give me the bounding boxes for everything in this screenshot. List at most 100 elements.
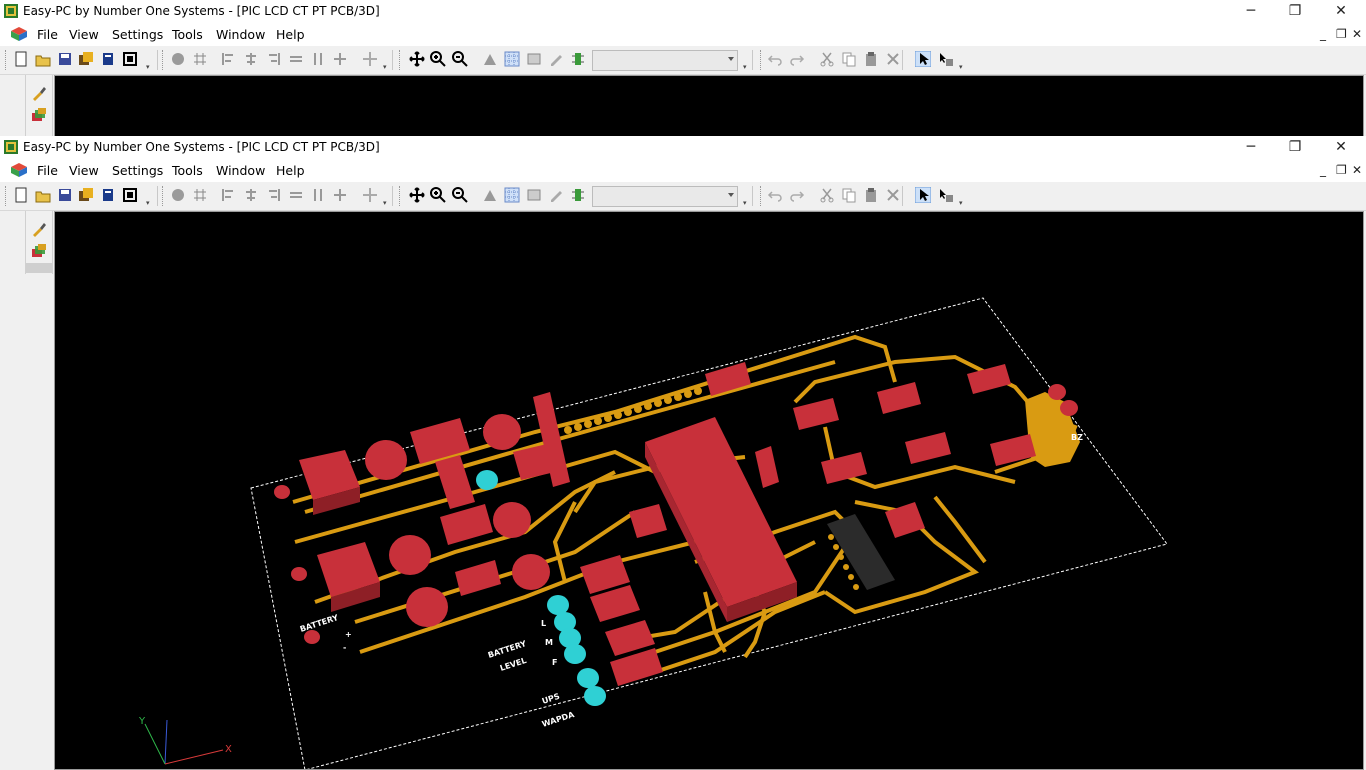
save-icon[interactable] xyxy=(57,51,73,67)
save-all-icon[interactable] xyxy=(78,187,94,203)
menu-tools[interactable]: Tools xyxy=(172,163,203,178)
component-icon[interactable] xyxy=(570,187,586,203)
properties-icon[interactable] xyxy=(526,187,542,203)
move-disabled-icon[interactable] xyxy=(362,51,378,67)
brush-icon[interactable] xyxy=(31,221,47,237)
zoom-out-icon[interactable] xyxy=(452,51,468,67)
save-all-icon[interactable] xyxy=(78,51,94,67)
toolbar-grip[interactable] xyxy=(5,186,9,206)
toolbar-overflow-icon[interactable]: ▾ xyxy=(743,199,750,207)
mdi-close-button[interactable]: ✕ xyxy=(1352,27,1362,41)
select-pointer-icon[interactable] xyxy=(915,51,931,67)
restore-button[interactable]: ❐ xyxy=(1272,0,1318,22)
redo-icon[interactable] xyxy=(789,187,805,203)
toolbar-overflow-icon[interactable]: ▾ xyxy=(959,63,966,71)
layer-select[interactable] xyxy=(592,186,738,207)
book-icon[interactable] xyxy=(100,51,116,67)
menu-view[interactable]: View xyxy=(69,163,99,178)
toolbar-grip[interactable] xyxy=(399,186,403,206)
new-file-icon[interactable] xyxy=(13,187,29,203)
brush-icon[interactable] xyxy=(31,85,47,101)
pan-icon[interactable] xyxy=(409,51,425,67)
canvas-3d-view[interactable]: BATTERY BATTERY LEVEL UPS WAPDA L M F BZ… xyxy=(54,211,1364,770)
select-options-icon[interactable] xyxy=(938,51,954,67)
pan-icon[interactable] xyxy=(409,187,425,203)
mdi-minimize-button[interactable]: _ xyxy=(1320,27,1326,41)
document-cube-icon[interactable] xyxy=(10,162,28,178)
board-outline-icon[interactable] xyxy=(122,187,138,203)
grid-icon[interactable] xyxy=(192,187,208,203)
select-pointer-icon[interactable] xyxy=(915,187,931,203)
toolbar-overflow-icon[interactable]: ▾ xyxy=(383,199,390,207)
toolbar-grip[interactable] xyxy=(5,50,9,70)
mdi-minimize-button[interactable]: _ xyxy=(1320,163,1326,177)
restore-button[interactable]: ❐ xyxy=(1272,136,1318,158)
close-button[interactable]: ✕ xyxy=(1318,0,1364,22)
distribute-v-icon[interactable] xyxy=(310,51,326,67)
menu-settings[interactable]: Settings xyxy=(112,163,163,178)
menu-window[interactable]: Window xyxy=(216,27,265,42)
open-folder-icon[interactable] xyxy=(35,187,51,203)
move-disabled-icon[interactable] xyxy=(362,187,378,203)
delete-icon[interactable] xyxy=(885,187,901,203)
redo-icon[interactable] xyxy=(789,51,805,67)
minimize-button[interactable]: ─ xyxy=(1228,136,1274,158)
toolbar-grip[interactable] xyxy=(162,186,166,206)
new-file-icon[interactable] xyxy=(13,51,29,67)
distribute-v-icon[interactable] xyxy=(310,187,326,203)
menu-window[interactable]: Window xyxy=(216,163,265,178)
delete-icon[interactable] xyxy=(885,51,901,67)
menu-help[interactable]: Help xyxy=(276,27,305,42)
menu-file[interactable]: File xyxy=(37,163,58,178)
distribute-icon[interactable] xyxy=(288,187,304,203)
paste-icon[interactable] xyxy=(863,187,879,203)
close-button[interactable]: ✕ xyxy=(1318,136,1364,158)
mdi-restore-button[interactable]: ❐ xyxy=(1336,163,1347,177)
align-right-icon[interactable] xyxy=(265,51,281,67)
pencil-icon[interactable] xyxy=(548,51,564,67)
grid-icon[interactable] xyxy=(192,51,208,67)
canvas-3d-background[interactable] xyxy=(54,75,1364,138)
align-left-icon[interactable] xyxy=(221,187,237,203)
book-icon[interactable] xyxy=(100,187,116,203)
toolbar-overflow-icon[interactable]: ▾ xyxy=(959,199,966,207)
toolbar-grip[interactable] xyxy=(760,50,764,70)
menu-view[interactable]: View xyxy=(69,27,99,42)
shape-icon[interactable] xyxy=(482,51,498,67)
copy-icon[interactable] xyxy=(841,187,857,203)
menu-tools[interactable]: Tools xyxy=(172,27,203,42)
save-icon[interactable] xyxy=(57,187,73,203)
zoom-in-icon[interactable] xyxy=(430,51,446,67)
layers-icon[interactable] xyxy=(31,243,47,259)
menu-help[interactable]: Help xyxy=(276,163,305,178)
brain-icon[interactable] xyxy=(170,187,186,203)
toolbar-overflow-icon[interactable]: ▾ xyxy=(743,63,750,71)
space-icon[interactable] xyxy=(332,51,348,67)
component-icon[interactable] xyxy=(570,51,586,67)
align-right-icon[interactable] xyxy=(265,187,281,203)
snap-grid-icon[interactable] xyxy=(504,187,520,203)
zoom-out-icon[interactable] xyxy=(452,187,468,203)
board-outline-icon[interactable] xyxy=(122,51,138,67)
align-left-icon[interactable] xyxy=(221,51,237,67)
zoom-in-icon[interactable] xyxy=(430,187,446,203)
copy-icon[interactable] xyxy=(841,51,857,67)
paste-icon[interactable] xyxy=(863,51,879,67)
toolbar-grip[interactable] xyxy=(399,50,403,70)
minimize-button[interactable]: ─ xyxy=(1228,0,1274,22)
menu-file[interactable]: File xyxy=(37,27,58,42)
mdi-restore-button[interactable]: ❐ xyxy=(1336,27,1347,41)
undo-icon[interactable] xyxy=(767,51,783,67)
toolbar-overflow-icon[interactable]: ▾ xyxy=(146,199,153,207)
open-folder-icon[interactable] xyxy=(35,51,51,67)
toolbar-overflow-icon[interactable]: ▾ xyxy=(146,63,153,71)
layer-select[interactable] xyxy=(592,50,738,71)
align-center-icon[interactable] xyxy=(243,187,259,203)
document-cube-icon[interactable] xyxy=(10,26,28,42)
undo-icon[interactable] xyxy=(767,187,783,203)
layers-icon[interactable] xyxy=(31,107,47,123)
cut-icon[interactable] xyxy=(819,51,835,67)
align-center-icon[interactable] xyxy=(243,51,259,67)
space-icon[interactable] xyxy=(332,187,348,203)
properties-icon[interactable] xyxy=(526,51,542,67)
